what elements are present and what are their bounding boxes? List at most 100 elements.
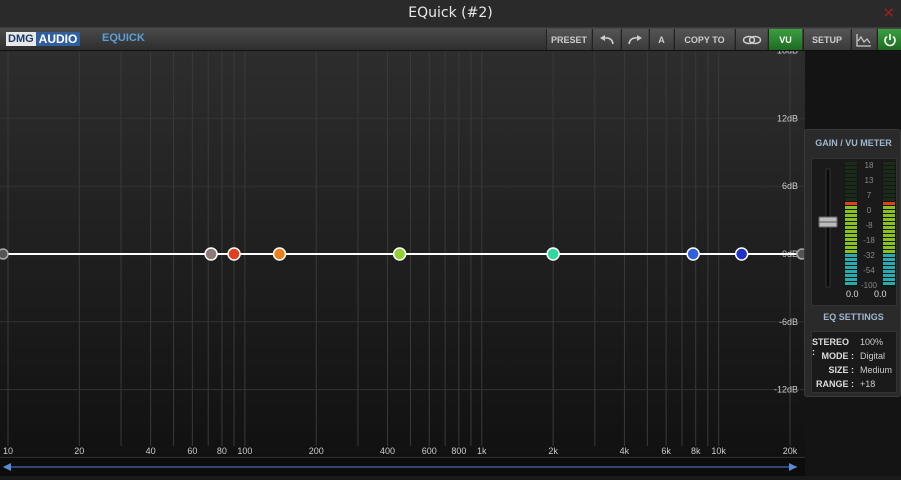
freq-label: 200 (309, 446, 324, 456)
side-panel: GAIN / VU METER 18 13 7 0 -8 -18 -32 -54 -100 0.… (804, 129, 901, 397)
vu-segment (845, 238, 857, 241)
window-title: EQuick (#2) (408, 5, 493, 21)
vu-segment (883, 282, 895, 285)
title-bar: EQuick (#2) ✕ (0, 0, 901, 28)
vu-segment (845, 214, 857, 217)
db-label: -12dB (774, 385, 798, 395)
vu-segment (845, 226, 857, 229)
vu-segment (845, 194, 857, 197)
vu-segment (883, 186, 895, 189)
db-label: 12dB (777, 113, 798, 123)
vu-segment (845, 174, 857, 177)
highpass-handle[interactable] (0, 248, 9, 260)
vu-segment (845, 250, 857, 253)
setup-button[interactable]: SETUP (803, 29, 850, 50)
vu-segment (883, 166, 895, 169)
vu-scale-label: 13 (864, 176, 874, 185)
vu-segment (883, 226, 895, 229)
ab-button[interactable]: A (649, 29, 673, 50)
vu-segment (883, 202, 895, 205)
vu-segment (845, 198, 857, 201)
eq-band-node[interactable] (686, 247, 700, 261)
scroll-right-handle[interactable] (789, 463, 797, 471)
vu-segment (883, 190, 895, 193)
vu-segment (883, 218, 895, 221)
logo-dmg: DMG (6, 32, 36, 46)
power-button[interactable] (877, 29, 901, 50)
gain-slider-track[interactable] (825, 168, 831, 288)
undo-icon (599, 34, 614, 44)
freq-label: 10k (711, 446, 726, 456)
vu-segment (845, 222, 857, 225)
vu-segment (845, 230, 857, 233)
vu-segment (845, 266, 857, 269)
vu-segment (845, 274, 857, 277)
vu-scale-label: 18 (864, 161, 874, 170)
vu-segment (883, 258, 895, 261)
vu-scale-label: 0 (866, 206, 872, 215)
eq-graph-canvas[interactable]: 18dB12dB6dB0dB-6dB-12dB10204060801002004… (0, 51, 805, 458)
vu-segment (883, 198, 895, 201)
freq-label: 2k (548, 446, 558, 456)
close-icon[interactable]: ✕ (882, 4, 895, 22)
vu-meter: 18 13 7 0 -8 -18 -32 -54 -100 0.0 0.0 (811, 158, 897, 306)
vu-segment (845, 278, 857, 281)
link-button[interactable] (735, 29, 767, 50)
vu-segment (845, 162, 857, 165)
eq-settings-header: EQ SETTINGS (823, 312, 884, 322)
vu-left-value: 0.0 (846, 289, 859, 299)
vu-button[interactable]: VU (768, 29, 802, 50)
eq-graph[interactable]: 18dB12dB6dB0dB-6dB-12dB10204060801002004… (0, 51, 805, 458)
undo-button[interactable] (592, 29, 620, 50)
vu-segment (845, 258, 857, 261)
vu-segment (845, 166, 857, 169)
eq-band-node[interactable] (227, 247, 241, 261)
vu-segment (845, 206, 857, 209)
vu-segment (883, 266, 895, 269)
eq-band-node[interactable] (546, 247, 560, 261)
vu-scale-label: -18 (863, 236, 875, 245)
vu-segment (845, 218, 857, 221)
vu-segment (845, 178, 857, 181)
copy-to-button[interactable]: COPY TO (674, 29, 734, 50)
vu-segment (845, 270, 857, 273)
vu-segment (883, 170, 895, 173)
vu-segment (845, 170, 857, 173)
eq-settings-box: STEREO :100% MODE : Digital SIZE : Medium … (811, 331, 897, 393)
db-label: 18dB (777, 51, 798, 56)
scroll-left-handle[interactable] (3, 463, 11, 471)
vu-segment (883, 178, 895, 181)
freq-label: 400 (380, 446, 395, 456)
vu-segment (883, 182, 895, 185)
eq-band-node[interactable] (734, 247, 749, 261)
freq-label: 100 (237, 446, 252, 456)
toolbar: DMG AUDIO EQUICK PRESET A COPY TO VU SET… (0, 28, 901, 51)
logo-audio: AUDIO (35, 32, 81, 46)
freq-label: 8k (691, 446, 701, 456)
db-label: -6dB (779, 317, 798, 327)
vu-segment (883, 242, 895, 245)
range-scrollbar[interactable] (0, 458, 805, 476)
vu-segment (883, 210, 895, 213)
eq-band-node[interactable] (392, 247, 407, 261)
freq-label: 800 (451, 446, 466, 456)
freq-label: 40 (146, 446, 156, 456)
freq-label: 6k (661, 446, 671, 456)
vu-segment (883, 250, 895, 253)
power-icon (883, 33, 896, 46)
eq-band-node[interactable] (204, 247, 218, 261)
vu-segment (883, 194, 895, 197)
db-label: 6dB (782, 181, 798, 191)
vu-segment (845, 210, 857, 213)
vu-header: GAIN / VU METER (815, 138, 892, 148)
redo-button[interactable] (621, 29, 648, 50)
vu-segment (845, 234, 857, 237)
vu-segment (883, 162, 895, 165)
analyzer-icon (856, 33, 871, 47)
link-icon (742, 35, 761, 44)
eq-band-node[interactable] (272, 247, 287, 261)
vu-scale-label: -54 (863, 266, 875, 275)
vu-segment (883, 238, 895, 241)
analyzer-button[interactable] (851, 29, 876, 50)
preset-button[interactable]: PRESET (546, 29, 591, 50)
